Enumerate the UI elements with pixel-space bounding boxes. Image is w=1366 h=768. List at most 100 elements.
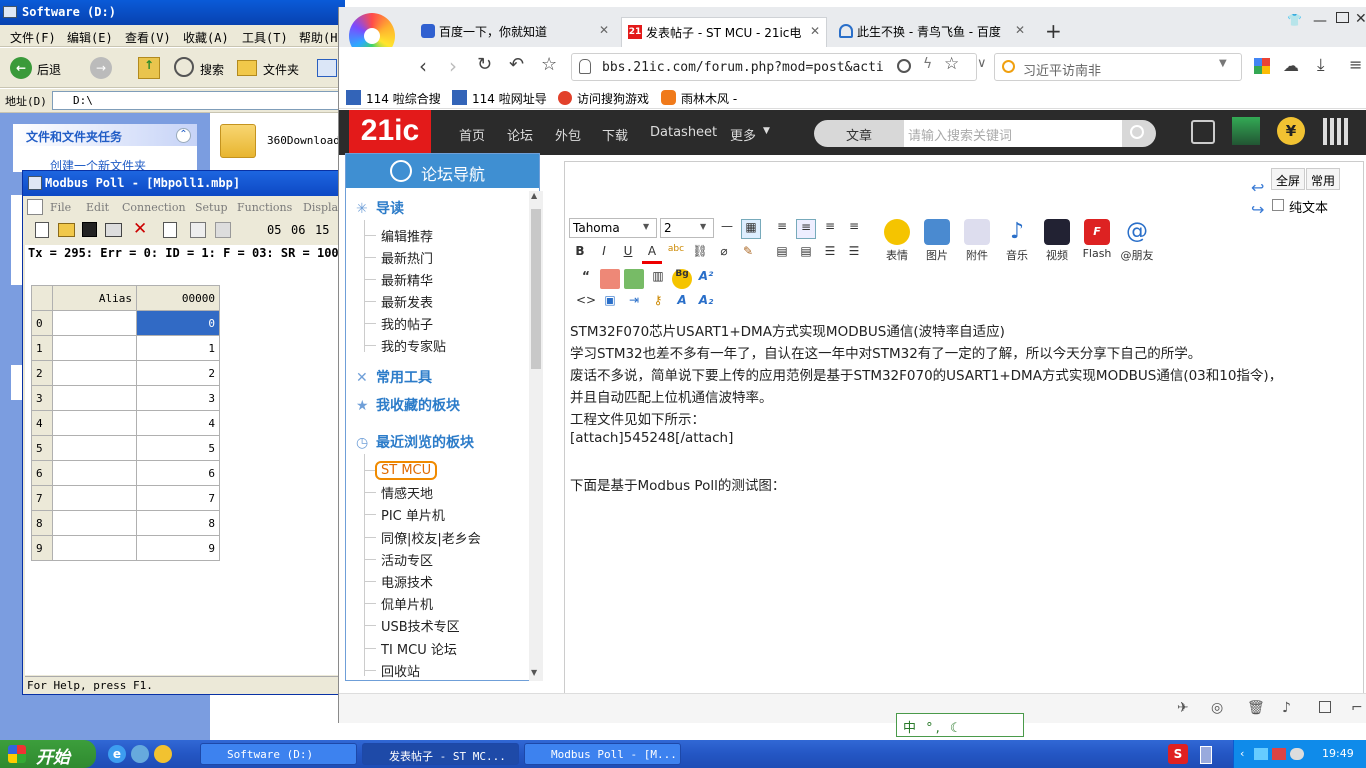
address-header[interactable]: 00000 — [136, 285, 220, 311]
section-favorites[interactable]: ★ 我收藏的板块 — [356, 395, 460, 415]
quicklaunch-icon[interactable] — [154, 745, 172, 763]
site-nav-home[interactable]: 首页 — [459, 125, 485, 144]
refresh-icon[interactable]: ↻ — [477, 54, 492, 75]
hr-icon[interactable]: — — [717, 219, 737, 239]
qrcode-icon[interactable] — [1323, 118, 1350, 145]
video-button[interactable]: 视频 — [1038, 219, 1076, 263]
download-icon[interactable]: ⤓ — [1317, 55, 1325, 75]
cloud-icon[interactable]: ☁ — [1283, 56, 1299, 75]
forward-chevron-icon[interactable]: › — [449, 54, 457, 78]
trash-icon[interactable]: 🗑 — [1247, 700, 1265, 716]
background-icon[interactable]: Bg — [672, 269, 692, 289]
apps-grid-icon[interactable] — [1254, 58, 1270, 74]
forum-nav-item[interactable]: PIC 单片机 — [381, 505, 445, 524]
close-icon[interactable]: ✕ — [1015, 23, 1025, 37]
italic-icon[interactable]: I — [594, 244, 614, 264]
alias-cell[interactable] — [52, 535, 137, 561]
avatar[interactable] — [1232, 117, 1260, 145]
disconnect-x-icon[interactable]: ✕ — [133, 219, 147, 239]
underline-icon[interactable]: U — [618, 244, 638, 264]
collapse-chevron-icon[interactable]: ⌃ — [176, 128, 191, 143]
search-button[interactable]: 搜索 — [200, 61, 224, 78]
document-icon[interactable] — [27, 199, 43, 215]
emoji-button[interactable]: 表情 — [878, 219, 916, 263]
url-input[interactable]: bbs.21ic.com/forum.php?mod=post&acti — [571, 53, 977, 81]
back-button[interactable]: 后退 — [37, 61, 61, 78]
shield-icon[interactable] — [579, 59, 591, 74]
menu-file[interactable]: 文件(F) — [10, 29, 56, 46]
close-icon[interactable]: ✕ — [599, 23, 609, 37]
lightning-icon[interactable]: ϟ — [923, 56, 932, 72]
code-icon[interactable]: <> — [576, 293, 596, 313]
site-nav-outsource[interactable]: 外包 — [555, 125, 581, 144]
superscript-icon[interactable]: A² — [696, 269, 716, 289]
menu-edit[interactable]: Edit — [86, 201, 109, 214]
task-modbus[interactable]: Modbus Poll - [M... — [524, 743, 681, 765]
engine-dropdown-icon[interactable]: ▼ — [1219, 58, 1227, 69]
plaintext-checkbox[interactable] — [1272, 199, 1284, 211]
alias-cell[interactable] — [52, 410, 137, 436]
value-cell[interactable]: 3 — [136, 385, 220, 411]
forward-arrow-icon[interactable]: → — [90, 57, 112, 79]
menu-connection[interactable]: Connection — [122, 201, 186, 214]
menu-functions[interactable]: Functions — [237, 201, 292, 214]
scroll-down-icon[interactable]: ▼ — [531, 668, 537, 677]
more-dropdown-icon[interactable]: ▼ — [763, 126, 770, 136]
tab-music[interactable]: 此生不换 - 青鸟飞鱼 - 百度 ✕ — [833, 17, 1031, 47]
folders-icon[interactable] — [237, 60, 257, 76]
minimize-icon[interactable]: — — [1313, 13, 1327, 29]
free-tag-icon[interactable] — [600, 269, 620, 289]
scrollbar-thumb[interactable] — [531, 209, 541, 369]
menu-favorites[interactable]: 收藏(A) — [183, 29, 229, 46]
site-logo[interactable]: 21ic — [349, 110, 431, 155]
forum-nav-item[interactable]: 最新热门 — [381, 248, 433, 267]
alias-cell[interactable] — [52, 360, 137, 386]
undo-arrow-icon[interactable]: ↩ — [1251, 178, 1264, 197]
align-left-icon[interactable]: ≡ — [772, 219, 792, 239]
value-cell[interactable]: 6 — [136, 460, 220, 486]
up-folder-icon[interactable]: ↑ — [138, 57, 160, 79]
search-icon[interactable] — [174, 57, 194, 77]
bookmark-item[interactable]: 114 啦综合搜 — [366, 90, 441, 107]
align-justify-icon[interactable]: ≡ — [796, 219, 816, 239]
site-nav-download[interactable]: 下载 — [602, 125, 628, 144]
task-explorer[interactable]: Software (D:) — [200, 743, 357, 765]
usb-icon[interactable] — [1200, 746, 1212, 764]
common-button[interactable]: 常用 — [1306, 168, 1341, 190]
font-color-icon[interactable]: A — [642, 244, 662, 264]
folder-icon[interactable] — [220, 124, 256, 158]
tray-app-icon[interactable] — [1272, 748, 1286, 760]
editor-content[interactable]: STM32F070芯片USART1+DMA方式实现MODBUS通信(波特率自适应… — [565, 317, 1363, 697]
value-cell[interactable]: 2 — [136, 360, 220, 386]
alias-cell[interactable] — [52, 310, 137, 336]
maximize-icon[interactable] — [1336, 12, 1349, 23]
favorite-star-icon[interactable]: ☆ — [944, 54, 959, 74]
float-right-icon[interactable]: ▤ — [796, 244, 816, 264]
pin-icon[interactable]: ✈ — [1177, 700, 1189, 716]
columns-icon[interactable]: ▥ — [648, 269, 668, 289]
window-icon[interactable] — [163, 222, 177, 238]
forum-nav-item[interactable]: 侃单片机 — [381, 594, 433, 613]
menu-setup[interactable]: Setup — [195, 201, 228, 214]
forum-nav-item[interactable]: TI MCU 论坛 — [381, 639, 457, 658]
value-cell[interactable]: 8 — [136, 510, 220, 536]
align-center-icon[interactable]: ≡ — [820, 219, 840, 239]
task-browser[interactable]: 发表帖子 - ST MC... — [362, 743, 519, 765]
new-file-icon[interactable] — [35, 222, 49, 238]
forum-nav-item[interactable]: USB技术专区 — [381, 616, 460, 635]
dropdown-chevron-icon[interactable]: ∨ — [977, 56, 987, 71]
mention-button[interactable]: @ @朋友 — [1118, 219, 1156, 263]
unlink-icon[interactable]: ⌀ — [714, 244, 734, 264]
scroll-up-icon[interactable]: ▲ — [531, 191, 537, 200]
site-nav-datasheet[interactable]: Datasheet — [650, 125, 717, 140]
forum-nav-item[interactable]: 我的专家贴 — [381, 336, 446, 355]
table-icon[interactable]: ▦ — [741, 219, 761, 239]
menu-view[interactable]: 查看(V) — [125, 29, 171, 46]
undo-icon[interactable]: ↶ — [509, 54, 524, 75]
alias-cell[interactable] — [52, 385, 137, 411]
back-chevron-icon[interactable]: ‹ — [419, 54, 427, 78]
section-recent[interactable]: ◷ 最近浏览的板块 — [356, 432, 474, 452]
site-nav-more[interactable]: 更多 — [730, 125, 756, 144]
menu-tools[interactable]: 工具(T) — [242, 29, 288, 46]
site-search-button[interactable] — [1122, 120, 1156, 147]
